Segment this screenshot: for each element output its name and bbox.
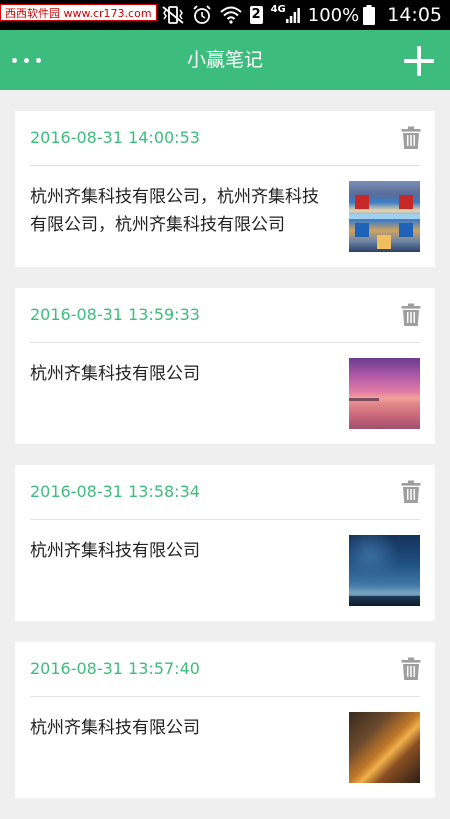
divider [30,696,420,697]
note-text: 杭州齐集科技有限公司 [30,364,200,384]
note-text: 杭州齐集科技有限公司 [30,718,200,738]
vibrate-icon [162,6,184,24]
note-card[interactable]: 2016-08-31 13:58:34 杭州齐集科技有限公司 [15,465,435,621]
more-dots-icon [12,57,17,63]
note-date: 2016-08-31 13:59:33 [30,305,200,324]
note-text: 杭州齐集科技有限公司，杭州齐集科技有限公司，杭州齐集科技有限公司 [30,187,319,235]
note-card[interactable]: 2016-08-31 13:59:33 杭州齐集科技有限公司 [15,288,435,444]
trash-icon[interactable] [401,657,421,681]
alarm-icon [192,5,211,24]
note-text: 杭州齐集科技有限公司 [30,541,200,561]
divider [30,519,420,520]
status-icons: 2 4G 100% 14:05 [162,0,442,30]
status-bar: 西西软件园 www.cr173.com 2 4G 100% 14:05 [0,0,450,30]
battery-icon [363,5,376,25]
note-date: 2016-08-31 13:58:34 [30,482,200,501]
clock: 14:05 [387,4,442,26]
app-title: 小赢笔记 [186,49,263,71]
trash-icon[interactable] [401,480,421,504]
note-date: 2016-08-31 13:57:40 [30,659,200,678]
divider [30,342,420,343]
note-thumbnail [349,712,420,783]
plus-icon [404,46,434,76]
more-options-button[interactable] [12,48,52,72]
note-card[interactable]: 2016-08-31 13:57:40 杭州齐集科技有限公司 [15,642,435,798]
trash-icon[interactable] [401,126,421,150]
note-date: 2016-08-31 14:00:53 [30,128,200,147]
app-bar: 小赢笔记 [0,30,450,90]
note-thumbnail [349,181,420,252]
note-thumbnail [349,535,420,606]
note-card[interactable]: 2016-08-31 14:00:53 杭州齐集科技有限公司，杭州齐集科技有限公… [15,111,435,267]
battery-percent: 100% [307,4,360,26]
signal-icon [285,8,300,23]
note-thumbnail [349,358,420,429]
more-dots-icon-dot [24,57,29,63]
sim-badge: 2 [249,6,263,24]
more-dots-icon-dot [36,57,41,63]
trash-icon[interactable] [401,303,421,327]
wifi-icon [219,6,242,24]
network-type: 4G [270,3,286,15]
note-list: 2016-08-31 14:00:53 杭州齐集科技有限公司，杭州齐集科技有限公… [15,111,435,819]
divider [30,165,420,166]
add-note-button[interactable] [402,44,436,78]
watermark: 西西软件园 www.cr173.com [0,4,157,21]
